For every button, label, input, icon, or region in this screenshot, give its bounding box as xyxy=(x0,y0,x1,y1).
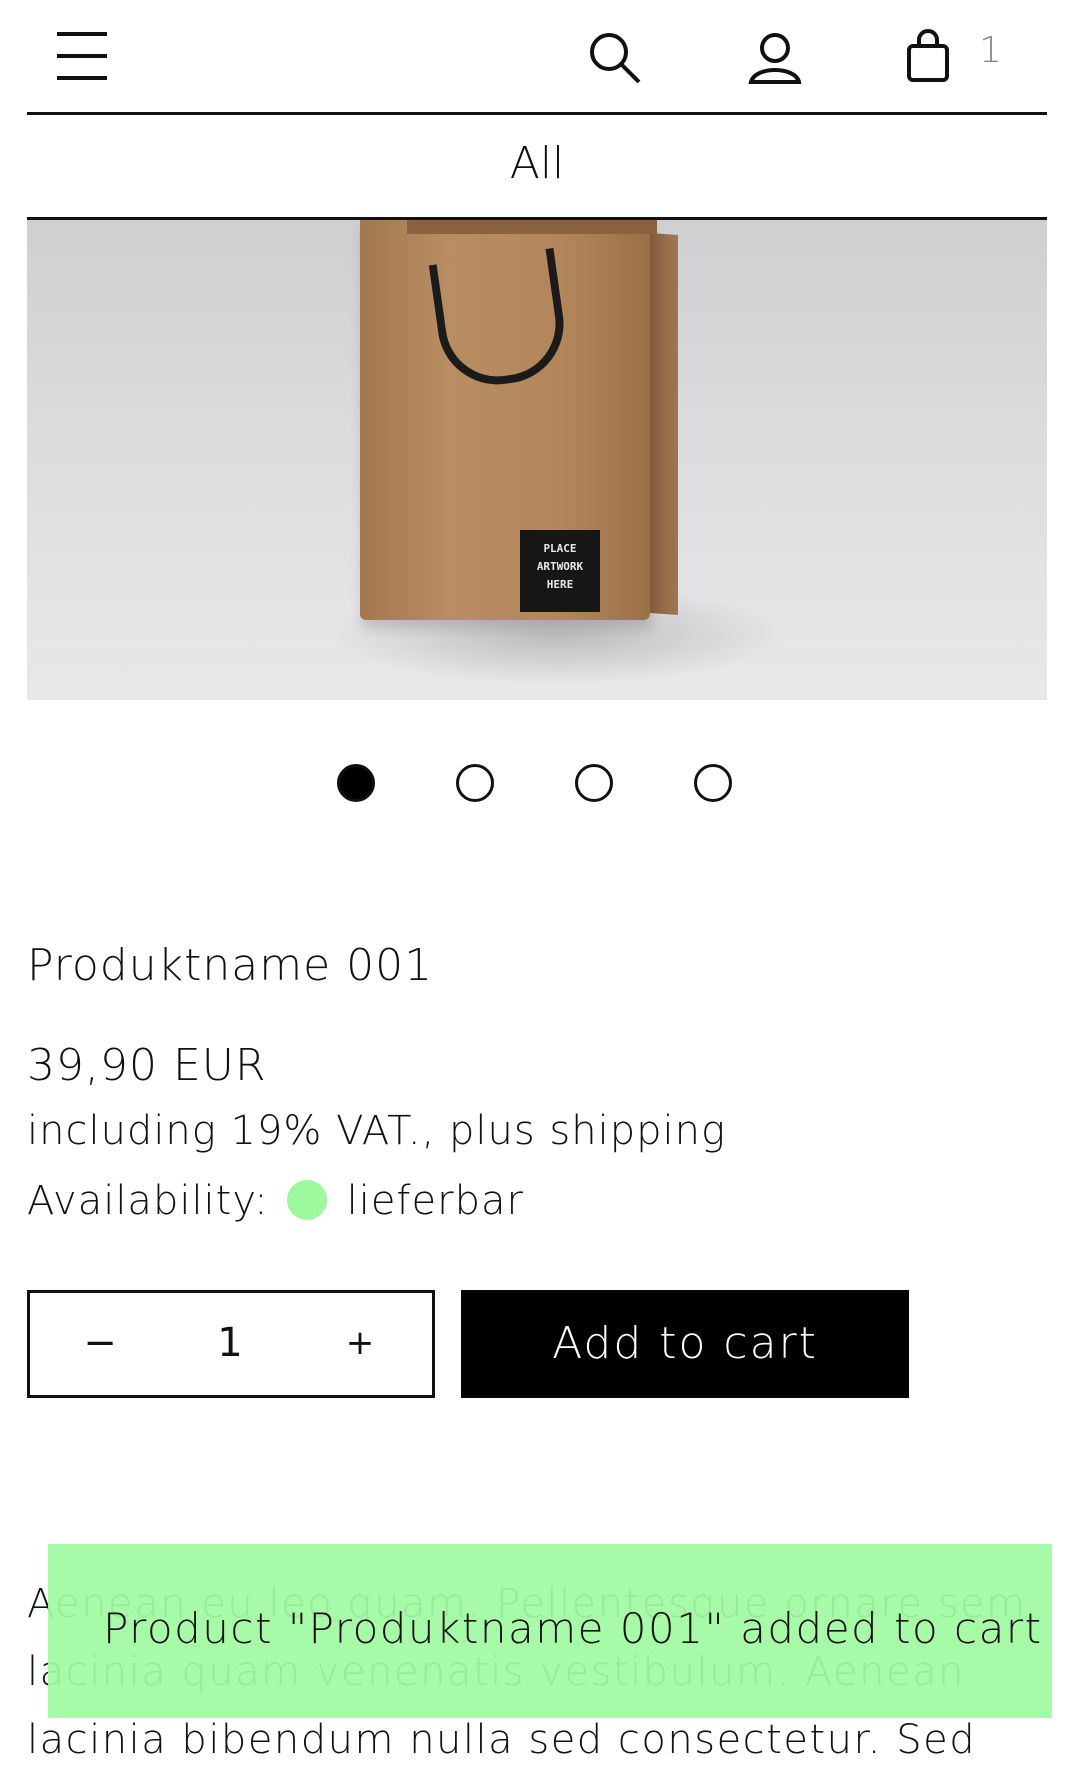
site-header: 1 xyxy=(27,0,1047,115)
gallery-pagination xyxy=(0,764,1080,808)
vat-note: including 19% VAT., plus shipping xyxy=(27,1108,726,1154)
quantity-value[interactable]: 1 xyxy=(180,1313,280,1373)
bag-top-fold xyxy=(407,220,657,234)
search-icon[interactable] xyxy=(587,30,643,86)
add-to-cart-button[interactable]: Add to cart xyxy=(461,1290,909,1398)
bag-artwork-label: PLACE ARTWORK HERE xyxy=(520,530,600,612)
quantity-decrease-button[interactable]: − xyxy=(70,1313,130,1373)
product-price: 39,90 EUR xyxy=(27,1040,267,1091)
quantity-increase-button[interactable]: + xyxy=(330,1313,390,1373)
user-icon[interactable] xyxy=(747,30,803,86)
availability-indicator-dot xyxy=(286,1180,327,1220)
toast-message: Product "Produktname 001" added to cart xyxy=(103,1604,1043,1653)
product-name: Produktname 001 xyxy=(27,940,434,991)
bag-side-panel xyxy=(650,233,678,615)
hamburger-menu-icon[interactable] xyxy=(57,32,107,82)
added-to-cart-toast[interactable]: Product "Produktname 001" added to cart xyxy=(48,1544,1052,1718)
cart-count-badge: 1 xyxy=(979,30,1002,71)
quantity-stepper: − 1 + xyxy=(27,1290,435,1398)
availability: Availability: lieferbar xyxy=(27,1178,524,1224)
category-filter-bar[interactable]: All xyxy=(27,112,1047,220)
gallery-dot-3[interactable] xyxy=(575,764,613,802)
availability-label: Availability: xyxy=(27,1178,269,1224)
gallery-dot-4[interactable] xyxy=(694,764,732,802)
availability-value: lieferbar xyxy=(346,1178,524,1224)
gallery-dot-1[interactable] xyxy=(337,764,375,802)
gallery-dot-2[interactable] xyxy=(456,764,494,802)
product-image-gallery[interactable]: PLACE ARTWORK HERE xyxy=(27,220,1047,700)
shopping-bag-icon[interactable] xyxy=(905,28,951,84)
category-label[interactable]: All xyxy=(27,138,1047,189)
